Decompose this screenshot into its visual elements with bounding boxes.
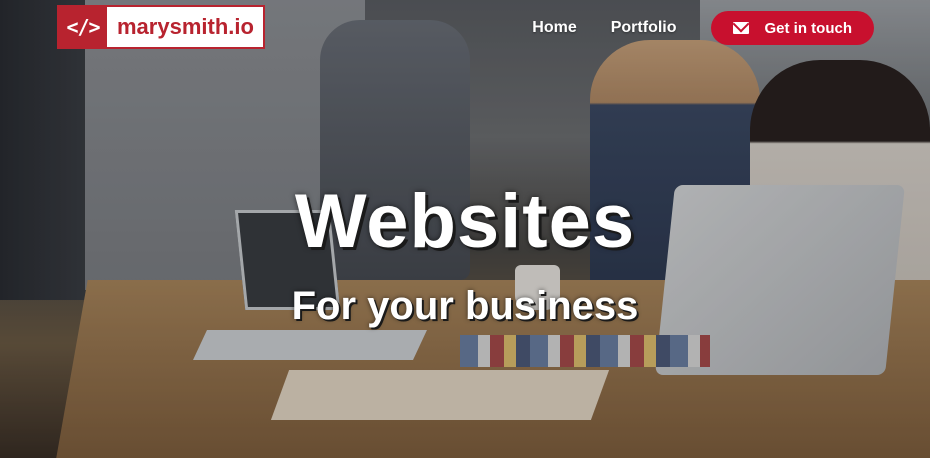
hero-section: </> marysmith.io Home Portfolio Get in t… <box>0 0 930 458</box>
hero-subheadline: For your business <box>291 284 639 328</box>
logo-text: marysmith.io <box>117 14 254 39</box>
code-brackets-icon: </> <box>59 7 107 47</box>
main-nav: Home Portfolio Get in touch <box>532 11 874 45</box>
nav-link-portfolio[interactable]: Portfolio <box>611 19 677 37</box>
hero-headline: Websites <box>294 179 636 264</box>
get-in-touch-button[interactable]: Get in touch <box>710 11 874 45</box>
nav-link-home[interactable]: Home <box>532 19 576 37</box>
site-logo[interactable]: </> marysmith.io <box>57 5 265 49</box>
envelope-icon <box>732 22 749 34</box>
get-in-touch-label: Get in touch <box>764 19 853 37</box>
